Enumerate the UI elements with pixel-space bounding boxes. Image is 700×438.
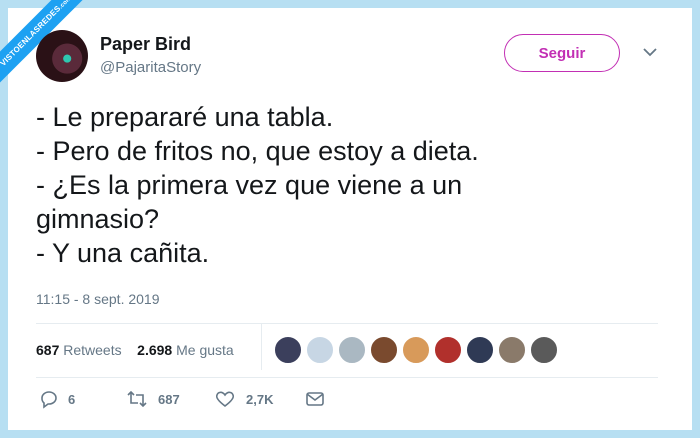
chevron-down-icon[interactable] xyxy=(642,45,658,59)
divider xyxy=(261,324,262,370)
watermark-suffix: .com xyxy=(58,0,73,11)
reply-icon[interactable] xyxy=(38,389,60,409)
liker-avatar[interactable] xyxy=(466,336,494,364)
liker-avatar[interactable] xyxy=(370,336,398,364)
author-name[interactable]: Paper Bird xyxy=(100,34,191,55)
tweet-timestamp[interactable]: 11:15 - 8 sept. 2019 xyxy=(36,291,160,307)
retweets-label: Retweets xyxy=(63,342,122,358)
avatar[interactable] xyxy=(36,30,88,82)
liker-avatar[interactable] xyxy=(434,336,462,364)
author-handle[interactable]: @PajaritaStory xyxy=(100,59,201,76)
liker-avatar[interactable] xyxy=(498,336,526,364)
divider xyxy=(36,323,658,324)
divider xyxy=(36,377,658,378)
tweet-stats[interactable]: 687 Retweets 2.698 Me gusta xyxy=(36,342,234,358)
message-icon[interactable] xyxy=(304,389,326,409)
liker-avatar[interactable] xyxy=(274,336,302,364)
retweet-count: 687 xyxy=(158,392,180,407)
heart-icon[interactable] xyxy=(214,389,236,409)
follow-button[interactable]: Seguir xyxy=(504,34,620,72)
tweet-line: gimnasio? xyxy=(36,204,160,234)
retweet-icon[interactable] xyxy=(126,389,148,409)
liker-avatar[interactable] xyxy=(306,336,334,364)
liker-avatar[interactable] xyxy=(338,336,366,364)
tweet-line: - Le prepararé una tabla. xyxy=(36,102,334,132)
liker-avatar[interactable] xyxy=(402,336,430,364)
tweet-text: - Le prepararé una tabla. - Pero de frit… xyxy=(36,100,656,270)
like-count: 2,7K xyxy=(246,392,274,407)
tweet-line: - Pero de fritos no, que estoy a dieta. xyxy=(36,136,479,166)
liker-avatar[interactable] xyxy=(530,336,558,364)
tweet-line: - ¿Es la primera vez que viene a un xyxy=(36,170,463,200)
tweet-line: - Y una cañita. xyxy=(36,238,210,268)
retweets-count: 687 xyxy=(36,342,60,358)
likes-count: 2.698 xyxy=(137,342,173,358)
likes-label: Me gusta xyxy=(176,342,234,358)
reply-count: 6 xyxy=(68,392,76,407)
